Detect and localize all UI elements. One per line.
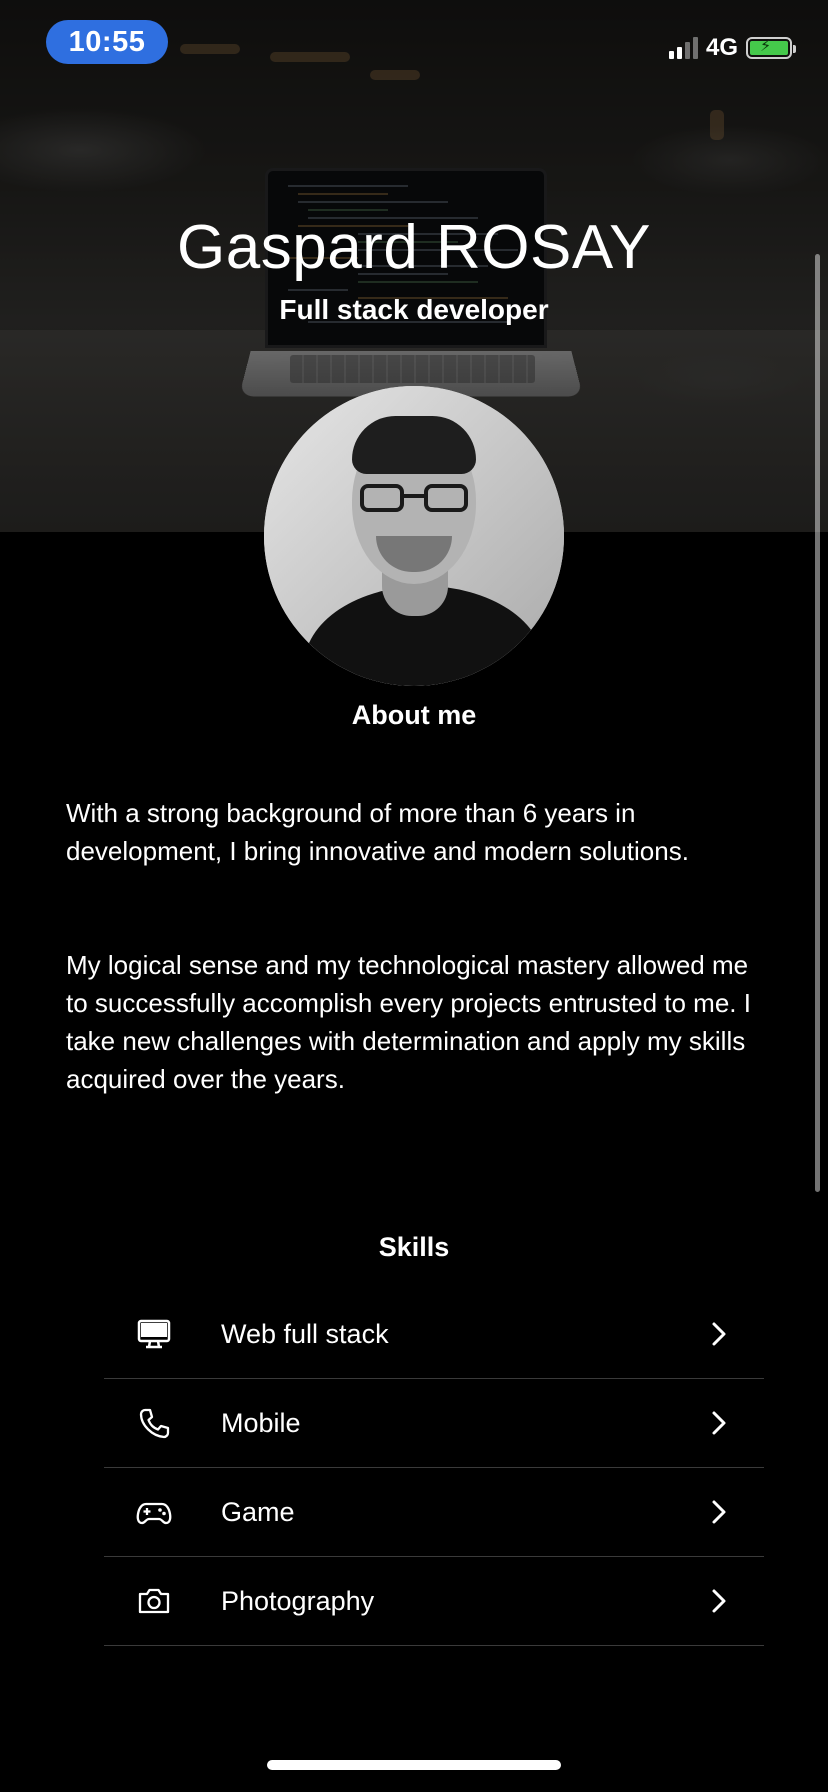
network-type: 4G bbox=[705, 34, 738, 61]
phone-icon bbox=[139, 1408, 170, 1439]
chevron-right-icon bbox=[712, 1322, 726, 1346]
profile-name: Gaspard ROSAY bbox=[177, 213, 651, 282]
chevron-right-icon bbox=[712, 1500, 726, 1524]
skill-label: Game bbox=[221, 1497, 295, 1527]
gamepad-icon bbox=[136, 1502, 172, 1525]
avatar bbox=[264, 386, 564, 686]
about-paragraph: My logical sense and my technological ma… bbox=[66, 950, 751, 1094]
skill-label: Photography bbox=[221, 1586, 375, 1616]
skills-list: Web full stack Mobile Game Photography bbox=[104, 1290, 764, 1646]
skill-item-mobile[interactable]: Mobile bbox=[104, 1379, 764, 1468]
status-indicators: 4G bbox=[668, 34, 796, 62]
skills-heading: Skills bbox=[378, 1232, 450, 1262]
monitor-icon bbox=[137, 1319, 171, 1349]
about-heading: About me bbox=[351, 700, 477, 730]
camera-icon bbox=[138, 1588, 170, 1614]
chevron-right-icon bbox=[712, 1411, 726, 1435]
signal-icon bbox=[668, 37, 698, 59]
skill-item-game[interactable]: Game bbox=[104, 1468, 764, 1557]
profile-role: Full stack developer bbox=[279, 294, 549, 325]
skill-label: Web full stack bbox=[221, 1319, 389, 1349]
home-indicator[interactable] bbox=[267, 1760, 561, 1770]
status-time[interactable]: 10:55 bbox=[46, 20, 168, 64]
skill-item-web-full-stack[interactable]: Web full stack bbox=[104, 1290, 764, 1379]
battery-icon bbox=[746, 36, 796, 59]
skill-label: Mobile bbox=[221, 1408, 301, 1438]
skill-item-photography[interactable]: Photography bbox=[104, 1557, 764, 1646]
scrollbar[interactable] bbox=[815, 254, 820, 1192]
about-paragraph: With a strong background of more than 6 … bbox=[66, 798, 689, 866]
chevron-right-icon bbox=[712, 1589, 726, 1613]
